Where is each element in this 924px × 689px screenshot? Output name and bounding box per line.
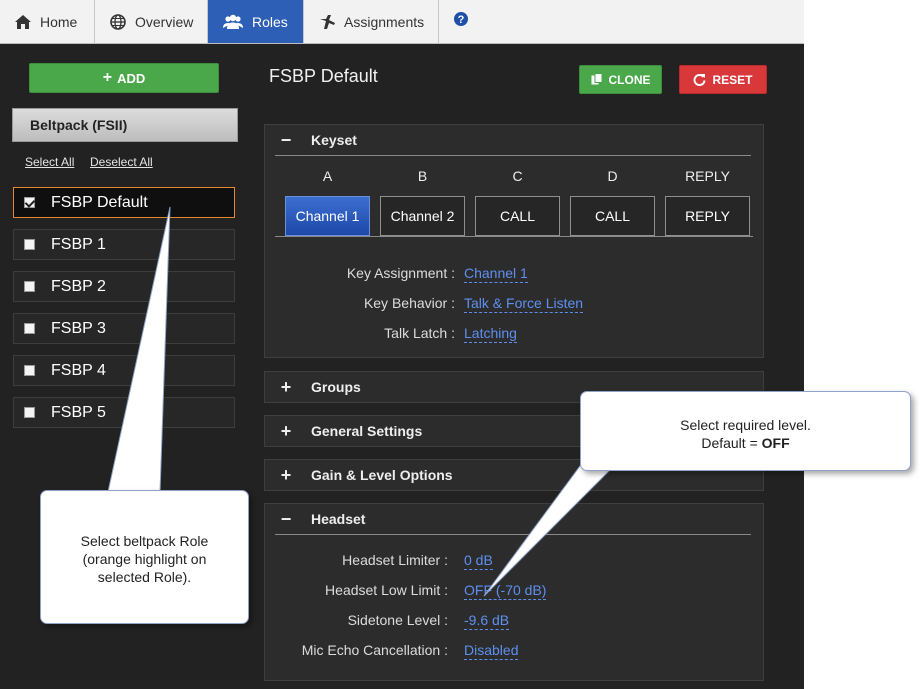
level-callout-line2: Default = OFF — [581, 434, 910, 452]
key-letter-d: D — [607, 168, 618, 184]
gain-level-header[interactable]: + Gain & Level Options — [275, 460, 453, 490]
role-checkbox[interactable] — [24, 365, 35, 376]
general-settings-title: General Settings — [311, 423, 423, 439]
role-label: FSBP 5 — [51, 403, 106, 421]
general-settings-header[interactable]: + General Settings — [275, 416, 423, 446]
talk-latch-value[interactable]: Latching — [464, 325, 517, 343]
role-item-fsbp-5[interactable]: FSBP 5 — [13, 397, 235, 428]
minus-icon: − — [280, 508, 292, 529]
select-all-link[interactable]: Select All — [25, 155, 74, 169]
page-title: FSBP Default — [269, 66, 378, 86]
copy-icon — [591, 73, 603, 86]
tab-home[interactable]: Home — [0, 0, 95, 43]
role-label: FSBP 4 — [51, 361, 106, 379]
mic-echo-cancellation-label: Mic Echo Cancellation : — [301, 642, 448, 658]
plus-icon: + — [280, 420, 292, 441]
groups-header[interactable]: + Groups — [275, 372, 361, 402]
mic-echo-cancellation-value[interactable]: Disabled — [464, 642, 519, 660]
tab-overview-label: Overview — [135, 13, 194, 30]
tab-home-label: Home — [40, 13, 78, 30]
role-checkbox[interactable] — [24, 323, 35, 334]
sidetone-level-label: Sidetone Level : — [347, 612, 448, 628]
assignments-icon — [318, 13, 336, 31]
keyset-header[interactable]: − Keyset — [275, 125, 357, 155]
headset-header[interactable]: − Headset — [275, 504, 366, 534]
tab-assignments[interactable]: Assignments — [304, 0, 439, 43]
reset-label: RESET — [712, 72, 753, 87]
role-callout-line3: selected Role). — [97, 569, 192, 585]
key-button-d[interactable]: CALL — [570, 196, 655, 236]
plus-icon: + — [102, 69, 113, 86]
groups-title: Groups — [311, 379, 361, 395]
role-item-fsbp-2[interactable]: FSBP 2 — [13, 271, 235, 302]
role-label: FSBP 1 — [51, 235, 106, 253]
home-icon — [14, 13, 32, 31]
role-label: FSBP 2 — [51, 277, 106, 295]
role-item-fsbp-4[interactable]: FSBP 4 — [13, 355, 235, 386]
level-callout-line1: Select required level. — [680, 417, 811, 433]
clone-button[interactable]: CLONE — [579, 65, 662, 94]
key-button-a[interactable]: Channel 1 — [285, 196, 370, 236]
deselect-all-link[interactable]: Deselect All — [90, 155, 153, 169]
headset-limiter-label: Headset Limiter : — [342, 552, 448, 568]
key-letter-c: C — [512, 168, 523, 184]
role-label: FSBP 3 — [51, 319, 106, 337]
divider — [275, 236, 753, 237]
add-role-button[interactable]: + ADD — [29, 63, 219, 93]
key-behavior-label: Key Behavior : — [363, 295, 455, 311]
headset-low-limit-value[interactable]: OFF (-70 dB) — [464, 582, 547, 600]
tab-roles[interactable]: Roles — [208, 0, 304, 43]
role-checkbox[interactable] — [24, 281, 35, 292]
key-letter-b: B — [417, 168, 428, 184]
key-behavior-value[interactable]: Talk & Force Listen — [464, 295, 584, 313]
headset-limiter-value[interactable]: 0 dB — [464, 552, 493, 570]
headset-title: Headset — [311, 511, 366, 527]
sidetone-level-value[interactable]: -9.6 dB — [464, 612, 510, 630]
key-assignment-value[interactable]: Channel 1 — [464, 265, 528, 283]
add-role-label: ADD — [117, 70, 146, 86]
role-item-fsbp-default[interactable]: FSBP Default — [13, 187, 235, 218]
keyset-title: Keyset — [311, 132, 357, 148]
key-button-c[interactable]: CALL — [475, 196, 560, 236]
plus-icon: + — [280, 464, 292, 485]
top-nav: Home Overview Roles Assignments ? — [0, 0, 804, 44]
key-assignment-label: Key Assignment : — [346, 265, 455, 281]
globe-icon — [109, 13, 127, 31]
role-checkbox[interactable] — [24, 239, 35, 250]
reset-button[interactable]: RESET — [679, 65, 767, 94]
help-icon[interactable]: ? — [453, 11, 469, 27]
divider — [275, 155, 751, 156]
talk-latch-label: Talk Latch : — [384, 325, 455, 341]
minus-icon: − — [280, 129, 292, 150]
level-callout: Select required level. Default = OFF — [580, 391, 911, 471]
level-callout-default: OFF — [761, 435, 790, 451]
role-callout-line2: (orange highlight on — [82, 551, 207, 567]
role-callout: Select beltpack Role (orange highlight o… — [40, 490, 249, 624]
divider — [275, 534, 751, 535]
svg-text:?: ? — [458, 14, 465, 26]
role-callout-line1: Select beltpack Role — [80, 533, 209, 549]
refresh-icon — [693, 73, 706, 86]
users-icon — [222, 13, 244, 31]
keyset-panel: − Keyset — [264, 124, 764, 358]
role-checkbox[interactable] — [24, 197, 35, 208]
key-letter-a: A — [322, 168, 333, 184]
tab-roles-label: Roles — [252, 13, 288, 30]
tab-assignments-label: Assignments — [344, 13, 425, 30]
level-callout-prefix: Default = — [701, 435, 762, 451]
tab-overview[interactable]: Overview — [95, 0, 208, 43]
gain-level-title: Gain & Level Options — [311, 467, 453, 483]
key-letter-reply: REPLY — [685, 168, 730, 184]
key-button-reply[interactable]: REPLY — [665, 196, 750, 236]
clone-label: CLONE — [608, 72, 651, 87]
key-button-b[interactable]: Channel 2 — [380, 196, 465, 236]
role-item-fsbp-3[interactable]: FSBP 3 — [13, 313, 235, 344]
plus-icon: + — [280, 376, 292, 397]
headset-low-limit-label: Headset Low Limit : — [325, 582, 448, 598]
role-group-header[interactable]: Beltpack (FSII) — [12, 108, 238, 142]
role-checkbox[interactable] — [24, 407, 35, 418]
role-label: FSBP Default — [51, 193, 148, 211]
role-item-fsbp-1[interactable]: FSBP 1 — [13, 229, 235, 260]
